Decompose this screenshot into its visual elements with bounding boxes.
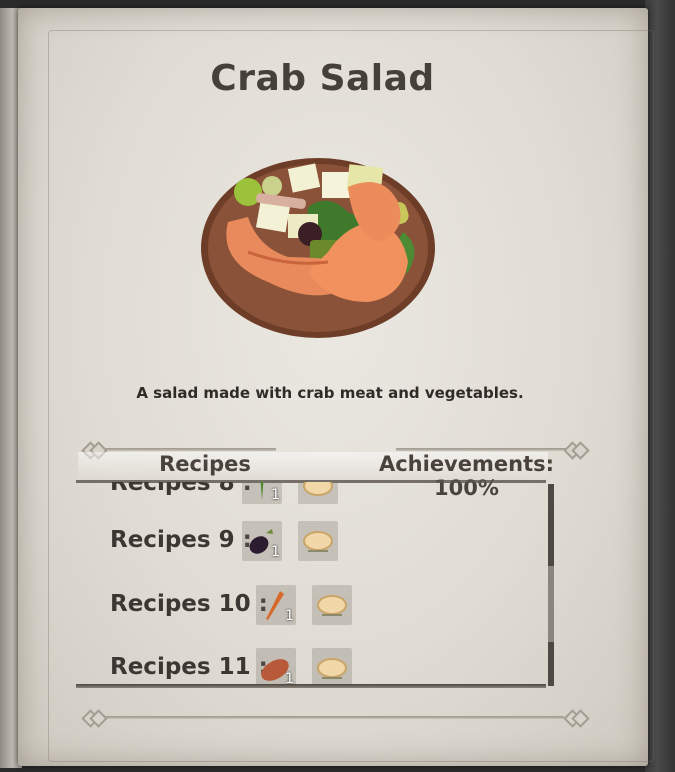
cooking-pot-icon[interactable] [312,585,352,625]
list-bottom-edge [76,684,546,688]
cooking-pot-icon[interactable] [298,521,338,561]
crab-salad-dish-image [201,158,435,338]
ingredient-quantity: 1 [271,544,280,560]
recipe-description: A salad made with crab meat and vegetabl… [136,384,524,402]
page-title: Crab Salad [210,58,435,99]
vegetable-icon[interactable]: 1 [242,482,282,504]
ingredient-quantity: 1 [271,487,280,503]
ingredient-quantity: 1 [285,608,294,624]
recipe-row-label: Recipes 11 : [110,654,268,680]
recipe-row-label: Recipes 8 : [110,482,252,496]
scrollbar-thumb[interactable] [548,566,554,642]
recipe-row-label: Recipes 9 : [110,527,252,553]
recipe-row-label: Recipes 10 : [110,591,268,617]
cooking-pot-icon[interactable] [298,482,338,504]
tab-recipes[interactable]: Recipes [150,452,260,476]
cooking-pot-icon[interactable] [312,648,352,687]
eggplant-icon[interactable]: 1 [242,521,282,561]
carrot-icon[interactable]: 1 [256,585,296,625]
recipe-list[interactable]: Recipes 8 : 1 Recipes 9 : 1 Recipes 10 :… [78,482,546,687]
sweet-potato-icon[interactable]: 1 [256,648,296,687]
